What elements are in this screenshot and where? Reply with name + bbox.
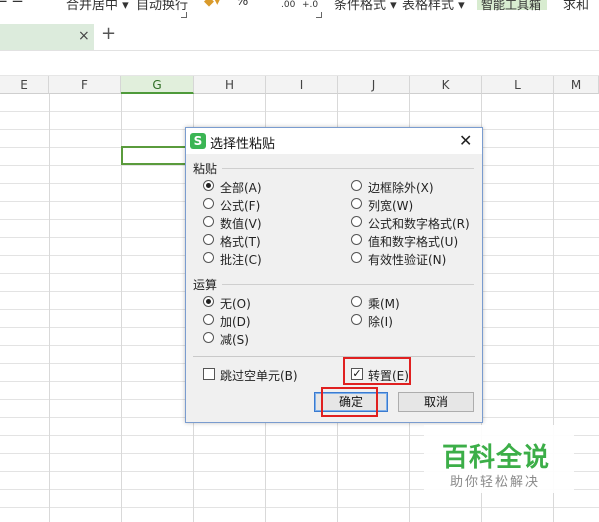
column-header-l[interactable]: L xyxy=(482,76,554,94)
dialog-launcher-icon[interactable] xyxy=(316,12,322,18)
radio-icon xyxy=(351,198,362,209)
new-tab-icon[interactable]: + xyxy=(101,23,116,44)
radio-icon xyxy=(203,198,214,209)
formula-bar-area xyxy=(0,51,599,76)
option-label: 无(O) xyxy=(220,297,251,311)
radio-icon xyxy=(203,314,214,325)
option-label: 数值(V) xyxy=(220,217,262,231)
paste-special-dialog: S 选择性粘贴 ✕ 粘贴 全部(A) 公式(F) 数值(V) 格式(T) 批注(… xyxy=(185,127,483,423)
watermark: 百科全说 助你轻松解决 xyxy=(424,425,574,493)
option-label: 批注(C) xyxy=(220,253,262,267)
decrease-decimal-button[interactable]: .00 xyxy=(281,0,295,10)
conditional-format-button[interactable]: 条件格式 ▾ xyxy=(334,0,397,13)
document-tab-bar: × + xyxy=(0,22,599,51)
option-label: 格式(T) xyxy=(220,235,261,249)
checkbox-icon xyxy=(203,368,215,380)
option-label: 减(S) xyxy=(220,333,249,347)
column-header-g[interactable]: G xyxy=(121,76,194,94)
table-style-label: 表格样式 xyxy=(402,0,455,13)
watermark-title: 百科全说 xyxy=(442,443,551,473)
close-tab-icon[interactable]: × xyxy=(78,28,90,44)
ribbon-icons: ☰ ☰ xyxy=(0,0,23,6)
close-icon[interactable]: ✕ xyxy=(459,131,472,150)
selected-cell[interactable] xyxy=(121,146,194,165)
column-header-i[interactable]: I xyxy=(266,76,338,94)
option-label: 全部(A) xyxy=(220,181,262,195)
ok-highlight xyxy=(321,387,378,417)
option-label: 除(I) xyxy=(368,315,393,329)
dialog-title-bar[interactable]: S 选择性粘贴 ✕ xyxy=(186,128,482,154)
option-label: 加(D) xyxy=(220,315,251,329)
radio-icon xyxy=(351,180,362,191)
column-header-k[interactable]: K xyxy=(410,76,482,94)
column-header-f[interactable]: F xyxy=(49,76,121,94)
radio-icon xyxy=(203,332,214,343)
sum-button[interactable]: 求和 xyxy=(563,0,589,13)
table-style-button[interactable]: 表格样式 ▾ xyxy=(402,0,465,13)
option-label: 边框除外(X) xyxy=(368,181,434,195)
option-label: 跳过空单元(B) xyxy=(220,369,298,383)
radio-icon xyxy=(203,252,214,263)
dialog-separator xyxy=(193,356,475,357)
option-label: 有效性验证(N) xyxy=(368,253,447,267)
radio-icon xyxy=(351,216,362,227)
smart-toolbox-button[interactable]: 智能工具箱 xyxy=(477,0,547,12)
ribbon: ☰ ☰ 合并居中 ▾ 自动换行 ◆▾ % .00 +.0 条件格式 ▾ 表格样式… xyxy=(0,0,599,22)
percent-button[interactable]: % xyxy=(236,0,248,9)
group-divider xyxy=(222,168,474,169)
wps-logo-icon: S xyxy=(190,133,206,149)
merge-center-label: 合并居中 xyxy=(66,0,119,13)
option-label: 乘(M) xyxy=(368,297,400,311)
radio-icon xyxy=(203,296,214,307)
option-label: 公式和数字格式(R) xyxy=(368,217,470,231)
paste-group-label: 粘贴 xyxy=(193,162,218,176)
group-divider xyxy=(222,284,474,285)
column-header-e[interactable]: E xyxy=(0,76,49,94)
cancel-button[interactable]: 取消 xyxy=(398,392,474,412)
column-header-h[interactable]: H xyxy=(194,76,266,94)
watermark-subtitle: 助你轻松解决 xyxy=(450,475,541,490)
currency-icon[interactable]: ◆▾ xyxy=(204,0,221,9)
increase-decimal-button[interactable]: +.0 xyxy=(302,0,318,10)
document-tab[interactable]: × xyxy=(0,24,94,50)
radio-icon xyxy=(203,234,214,245)
radio-icon xyxy=(203,180,214,191)
operation-group-label: 运算 xyxy=(193,278,218,292)
radio-icon xyxy=(351,314,362,325)
transpose-highlight xyxy=(343,357,411,385)
dialog-launcher-icon[interactable] xyxy=(181,12,187,18)
merge-center-button[interactable]: 合并居中 ▾ xyxy=(66,0,129,13)
radio-icon xyxy=(351,234,362,245)
dialog-title: 选择性粘贴 xyxy=(210,137,276,152)
column-header-j[interactable]: J xyxy=(338,76,410,94)
radio-icon xyxy=(351,296,362,307)
option-label: 列宽(W) xyxy=(368,199,414,213)
option-label: 公式(F) xyxy=(220,199,261,213)
option-label: 值和数字格式(U) xyxy=(368,235,459,249)
radio-icon xyxy=(351,252,362,263)
radio-icon xyxy=(203,216,214,227)
column-header-m[interactable]: M xyxy=(554,76,599,94)
